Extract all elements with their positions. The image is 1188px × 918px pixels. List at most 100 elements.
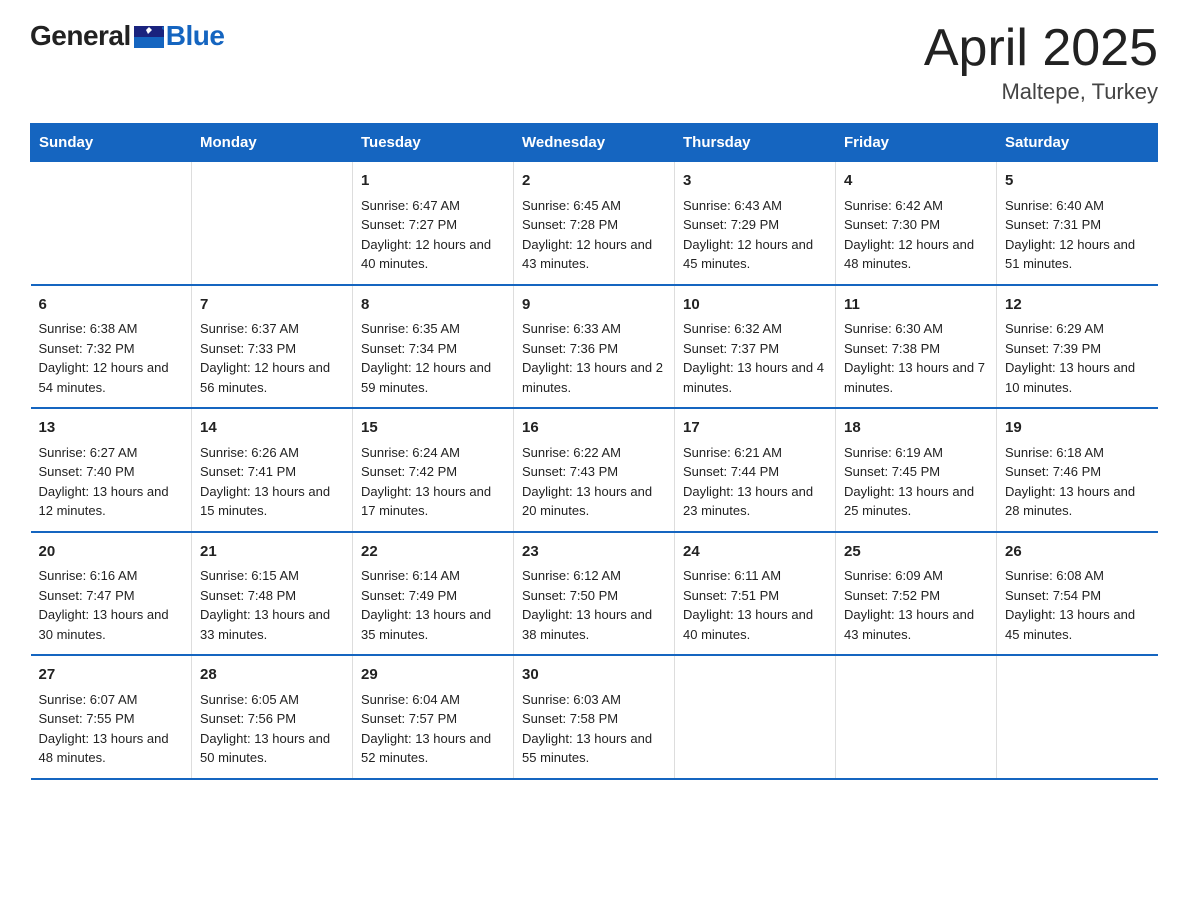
calendar-day-cell: 20 Sunrise: 6:16 AM Sunset: 7:47 PM Dayl… bbox=[31, 532, 192, 656]
day-sunrise: Sunrise: 6:40 AM bbox=[1005, 198, 1104, 213]
day-daylight: Daylight: 13 hours and 48 minutes. bbox=[39, 731, 169, 766]
calendar-day-cell: 24 Sunrise: 6:11 AM Sunset: 7:51 PM Dayl… bbox=[675, 532, 836, 656]
calendar-day-cell: 14 Sunrise: 6:26 AM Sunset: 7:41 PM Dayl… bbox=[192, 408, 353, 532]
day-sunset: Sunset: 7:28 PM bbox=[522, 217, 618, 232]
day-daylight: Daylight: 13 hours and 52 minutes. bbox=[361, 731, 491, 766]
day-sunrise: Sunrise: 6:11 AM bbox=[683, 568, 781, 583]
day-sunrise: Sunrise: 6:24 AM bbox=[361, 445, 460, 460]
day-daylight: Daylight: 13 hours and 28 minutes. bbox=[1005, 484, 1135, 519]
day-sunset: Sunset: 7:49 PM bbox=[361, 588, 457, 603]
day-sunrise: Sunrise: 6:35 AM bbox=[361, 321, 460, 336]
day-sunset: Sunset: 7:33 PM bbox=[200, 341, 296, 356]
day-number: 5 bbox=[1005, 170, 1150, 193]
day-sunrise: Sunrise: 6:03 AM bbox=[522, 692, 621, 707]
calendar-day-cell: 3 Sunrise: 6:43 AM Sunset: 7:29 PM Dayli… bbox=[675, 162, 836, 285]
day-daylight: Daylight: 12 hours and 43 minutes. bbox=[522, 237, 652, 272]
calendar-title: April 2025 bbox=[924, 20, 1158, 77]
day-sunset: Sunset: 7:52 PM bbox=[844, 588, 940, 603]
day-number: 18 bbox=[844, 417, 988, 440]
day-number: 29 bbox=[361, 664, 505, 687]
calendar-week-row: 6 Sunrise: 6:38 AM Sunset: 7:32 PM Dayli… bbox=[31, 285, 1158, 409]
day-sunset: Sunset: 7:50 PM bbox=[522, 588, 618, 603]
day-number: 12 bbox=[1005, 294, 1150, 317]
calendar-week-row: 1 Sunrise: 6:47 AM Sunset: 7:27 PM Dayli… bbox=[31, 162, 1158, 285]
day-number: 13 bbox=[39, 417, 184, 440]
day-number: 8 bbox=[361, 294, 505, 317]
day-sunrise: Sunrise: 6:42 AM bbox=[844, 198, 943, 213]
calendar-day-cell: 8 Sunrise: 6:35 AM Sunset: 7:34 PM Dayli… bbox=[353, 285, 514, 409]
day-daylight: Daylight: 13 hours and 17 minutes. bbox=[361, 484, 491, 519]
calendar-location: Maltepe, Turkey bbox=[924, 79, 1158, 105]
calendar-day-cell: 26 Sunrise: 6:08 AM Sunset: 7:54 PM Dayl… bbox=[997, 532, 1158, 656]
day-sunset: Sunset: 7:37 PM bbox=[683, 341, 779, 356]
day-sunset: Sunset: 7:56 PM bbox=[200, 711, 296, 726]
day-sunset: Sunset: 7:45 PM bbox=[844, 464, 940, 479]
day-daylight: Daylight: 13 hours and 23 minutes. bbox=[683, 484, 813, 519]
day-number: 11 bbox=[844, 294, 988, 317]
day-number: 19 bbox=[1005, 417, 1150, 440]
day-sunset: Sunset: 7:40 PM bbox=[39, 464, 135, 479]
day-number: 23 bbox=[522, 541, 666, 564]
calendar-day-cell: 6 Sunrise: 6:38 AM Sunset: 7:32 PM Dayli… bbox=[31, 285, 192, 409]
col-saturday: Saturday bbox=[997, 124, 1158, 162]
day-sunrise: Sunrise: 6:27 AM bbox=[39, 445, 138, 460]
calendar-header-row: Sunday Monday Tuesday Wednesday Thursday… bbox=[31, 124, 1158, 162]
day-daylight: Daylight: 13 hours and 50 minutes. bbox=[200, 731, 330, 766]
day-number: 2 bbox=[522, 170, 666, 193]
day-sunset: Sunset: 7:54 PM bbox=[1005, 588, 1101, 603]
day-number: 25 bbox=[844, 541, 988, 564]
day-sunrise: Sunrise: 6:16 AM bbox=[39, 568, 138, 583]
calendar-day-cell: 13 Sunrise: 6:27 AM Sunset: 7:40 PM Dayl… bbox=[31, 408, 192, 532]
calendar-day-cell: 29 Sunrise: 6:04 AM Sunset: 7:57 PM Dayl… bbox=[353, 655, 514, 779]
calendar-table: Sunday Monday Tuesday Wednesday Thursday… bbox=[30, 123, 1158, 780]
calendar-day-cell bbox=[675, 655, 836, 779]
day-number: 9 bbox=[522, 294, 666, 317]
day-sunset: Sunset: 7:34 PM bbox=[361, 341, 457, 356]
calendar-day-cell: 4 Sunrise: 6:42 AM Sunset: 7:30 PM Dayli… bbox=[836, 162, 997, 285]
col-thursday: Thursday bbox=[675, 124, 836, 162]
day-daylight: Daylight: 13 hours and 7 minutes. bbox=[844, 360, 985, 395]
day-daylight: Daylight: 12 hours and 54 minutes. bbox=[39, 360, 169, 395]
day-number: 30 bbox=[522, 664, 666, 687]
calendar-day-cell: 2 Sunrise: 6:45 AM Sunset: 7:28 PM Dayli… bbox=[514, 162, 675, 285]
calendar-day-cell: 27 Sunrise: 6:07 AM Sunset: 7:55 PM Dayl… bbox=[31, 655, 192, 779]
day-number: 3 bbox=[683, 170, 827, 193]
day-sunset: Sunset: 7:31 PM bbox=[1005, 217, 1101, 232]
day-sunrise: Sunrise: 6:37 AM bbox=[200, 321, 299, 336]
day-daylight: Daylight: 13 hours and 35 minutes. bbox=[361, 607, 491, 642]
day-sunset: Sunset: 7:36 PM bbox=[522, 341, 618, 356]
day-sunset: Sunset: 7:27 PM bbox=[361, 217, 457, 232]
day-sunrise: Sunrise: 6:15 AM bbox=[200, 568, 299, 583]
day-daylight: Daylight: 13 hours and 33 minutes. bbox=[200, 607, 330, 642]
day-sunrise: Sunrise: 6:08 AM bbox=[1005, 568, 1104, 583]
day-sunset: Sunset: 7:43 PM bbox=[522, 464, 618, 479]
day-number: 15 bbox=[361, 417, 505, 440]
day-daylight: Daylight: 13 hours and 20 minutes. bbox=[522, 484, 652, 519]
day-number: 24 bbox=[683, 541, 827, 564]
day-daylight: Daylight: 13 hours and 2 minutes. bbox=[522, 360, 663, 395]
day-sunrise: Sunrise: 6:22 AM bbox=[522, 445, 621, 460]
col-friday: Friday bbox=[836, 124, 997, 162]
day-daylight: Daylight: 12 hours and 56 minutes. bbox=[200, 360, 330, 395]
calendar-day-cell: 11 Sunrise: 6:30 AM Sunset: 7:38 PM Dayl… bbox=[836, 285, 997, 409]
day-sunrise: Sunrise: 6:29 AM bbox=[1005, 321, 1104, 336]
day-sunrise: Sunrise: 6:07 AM bbox=[39, 692, 138, 707]
day-number: 26 bbox=[1005, 541, 1150, 564]
day-daylight: Daylight: 12 hours and 48 minutes. bbox=[844, 237, 974, 272]
day-sunset: Sunset: 7:32 PM bbox=[39, 341, 135, 356]
day-number: 10 bbox=[683, 294, 827, 317]
day-daylight: Daylight: 13 hours and 12 minutes. bbox=[39, 484, 169, 519]
day-number: 6 bbox=[39, 294, 184, 317]
day-sunrise: Sunrise: 6:45 AM bbox=[522, 198, 621, 213]
calendar-day-cell: 22 Sunrise: 6:14 AM Sunset: 7:49 PM Dayl… bbox=[353, 532, 514, 656]
title-block: April 2025 Maltepe, Turkey bbox=[924, 20, 1158, 105]
calendar-day-cell bbox=[192, 162, 353, 285]
day-daylight: Daylight: 12 hours and 40 minutes. bbox=[361, 237, 491, 272]
day-number: 20 bbox=[39, 541, 184, 564]
calendar-day-cell bbox=[31, 162, 192, 285]
day-sunset: Sunset: 7:39 PM bbox=[1005, 341, 1101, 356]
day-sunrise: Sunrise: 6:38 AM bbox=[39, 321, 138, 336]
day-number: 4 bbox=[844, 170, 988, 193]
day-daylight: Daylight: 12 hours and 59 minutes. bbox=[361, 360, 491, 395]
day-daylight: Daylight: 13 hours and 15 minutes. bbox=[200, 484, 330, 519]
